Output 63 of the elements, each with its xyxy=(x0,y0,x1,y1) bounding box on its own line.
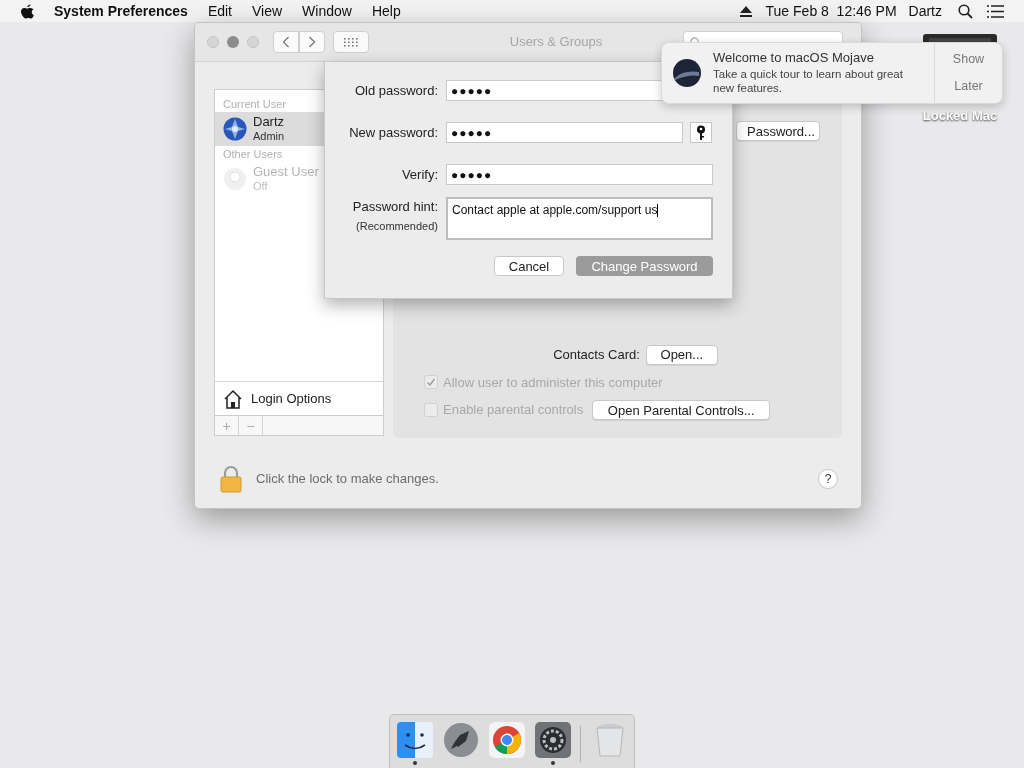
lock-message: Click the lock to make changes. xyxy=(256,470,439,489)
dock-item[interactable] xyxy=(396,722,434,765)
search-icon[interactable] xyxy=(958,3,973,19)
change-password-button[interactable]: Password... xyxy=(736,121,820,141)
minimize-button[interactable] xyxy=(227,36,239,48)
chevron-left-icon xyxy=(282,36,290,48)
forward-button[interactable] xyxy=(299,31,325,53)
clock[interactable]: Tue Feb 8 12:46 PM xyxy=(765,0,897,22)
menu-item[interactable]: Edit xyxy=(207,0,232,22)
notification-action[interactable]: Later xyxy=(954,77,983,96)
user-role: Off xyxy=(253,179,269,193)
window-title: Users & Groups xyxy=(509,33,603,52)
checkbox-label: Allow user to administer this computer xyxy=(443,373,663,392)
eject-icon[interactable] xyxy=(739,5,752,17)
menu-item[interactable]: Window xyxy=(302,0,352,22)
section-heading: Other Users xyxy=(222,147,284,162)
contacts-card-label: Contacts Card: xyxy=(553,345,640,364)
gear-icon[interactable] xyxy=(535,722,571,758)
lock-icon[interactable] xyxy=(220,465,242,493)
menu-item[interactable]: View xyxy=(252,0,283,22)
avatar-icon xyxy=(223,117,247,141)
list-icon[interactable] xyxy=(987,4,1004,18)
dock-item[interactable] xyxy=(534,722,572,765)
open-button[interactable]: Open... xyxy=(645,344,718,365)
apple-icon[interactable] xyxy=(20,3,34,19)
notification-action[interactable]: Show xyxy=(952,50,985,69)
help-button[interactable]: ? xyxy=(818,469,838,489)
user-name: Dartz xyxy=(253,115,285,129)
rocket-icon[interactable] xyxy=(443,722,479,758)
checkmark-icon xyxy=(426,377,436,388)
desktop-icon-label[interactable]: Locked Mac xyxy=(922,106,998,126)
running-indicator xyxy=(413,761,417,765)
key-icon xyxy=(696,124,706,141)
password-assistant-button[interactable] xyxy=(690,122,712,143)
notification-toast[interactable]: Welcome to macOS Mojave Take a quick tour to learn about great new features. Show Later xyxy=(661,42,1003,104)
face-icon[interactable] xyxy=(397,722,433,758)
browser-icon[interactable] xyxy=(489,722,525,758)
field-label: Old password: xyxy=(353,81,438,100)
chevron-right-icon xyxy=(308,36,316,48)
parental-controls-button[interactable]: Open Parental Controls... xyxy=(592,400,771,420)
grid-icon xyxy=(343,37,359,47)
password-field[interactable]: ●●●●● xyxy=(446,122,683,143)
user-name: Guest User xyxy=(253,165,319,179)
checkbox-label: Enable parental controls xyxy=(443,401,584,420)
grid-button[interactable] xyxy=(333,31,369,53)
password-field[interactable]: ●●●●● xyxy=(446,164,713,185)
notification-body: Take a quick tour to learn about great new features. xyxy=(713,67,904,95)
house-icon xyxy=(223,388,243,409)
avatar-icon xyxy=(223,167,247,191)
user-role: Admin xyxy=(253,129,285,143)
app-menu[interactable]: System Preferences xyxy=(54,0,188,22)
app-icon xyxy=(672,58,702,88)
field-label: Password hint: xyxy=(352,198,438,216)
notification-title: Welcome to macOS Mojave xyxy=(713,51,875,65)
cancel-button[interactable]: Cancel xyxy=(494,256,564,276)
back-button[interactable] xyxy=(273,31,299,53)
user-menu[interactable]: Dartz xyxy=(908,0,942,22)
hint-field[interactable]: Contact apple at apple.com/support us xyxy=(446,197,713,240)
menu-item[interactable]: Help xyxy=(371,0,401,22)
running-indicator xyxy=(551,761,555,765)
field-sublabel: (Recommended) xyxy=(356,218,438,234)
section-heading: Current User xyxy=(222,97,287,112)
field-label: Verify: xyxy=(400,165,438,184)
